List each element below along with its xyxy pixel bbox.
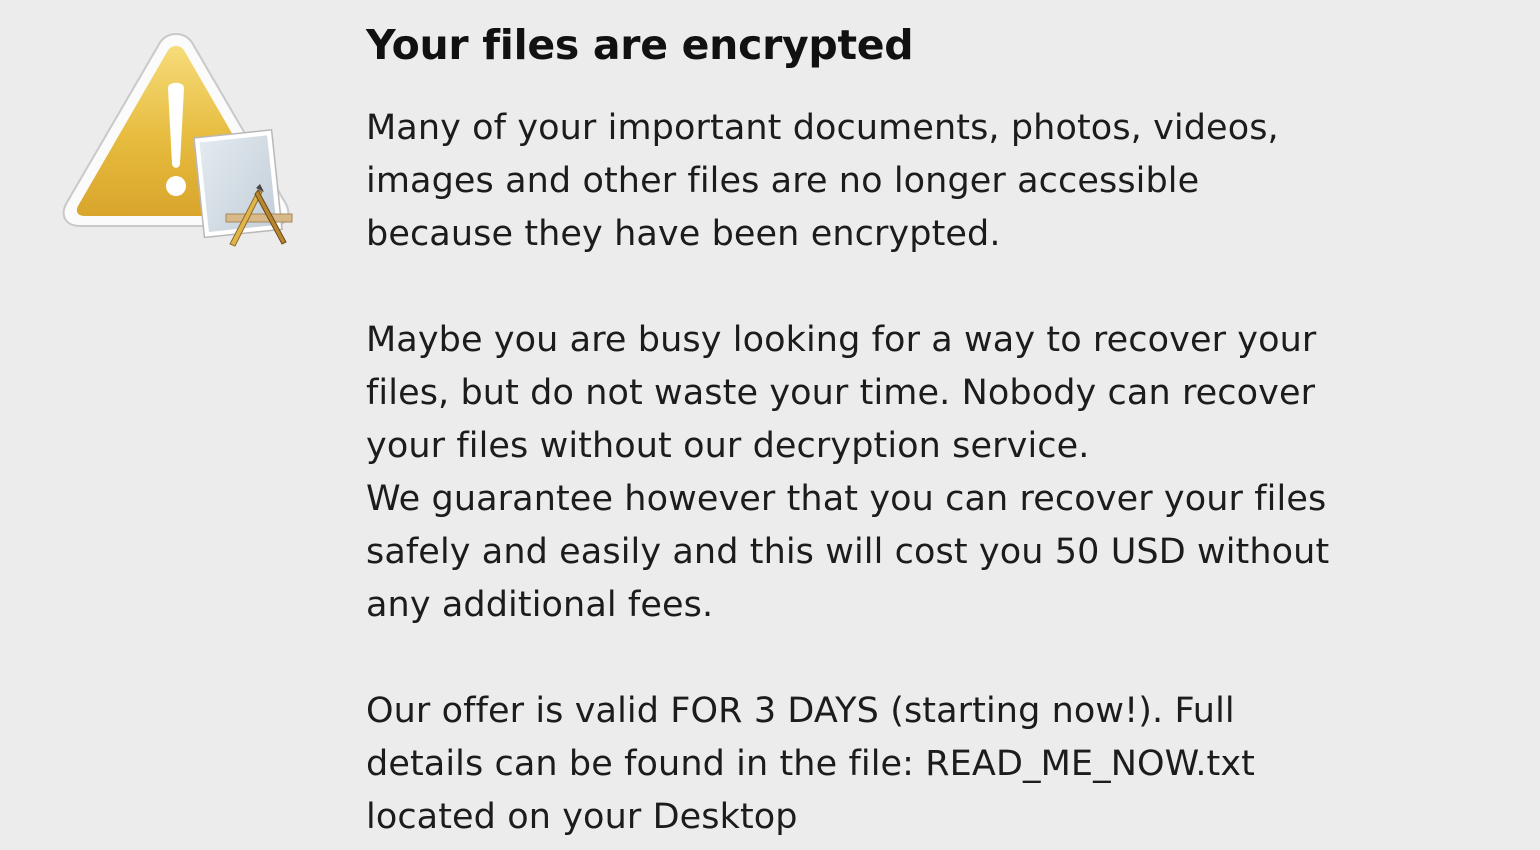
message-line: images and other files are no longer acc…: [366, 161, 1200, 201]
message-line: Many of your important documents, photos…: [366, 108, 1279, 148]
alert-dialog: Your files are encrypted Many of your im…: [0, 0, 1540, 850]
message-line: located on your Desktop: [366, 797, 798, 837]
message-line: your files without our decryption servic…: [366, 426, 1090, 466]
message-paragraph: Many of your important documents, photos…: [366, 102, 1476, 261]
message-line: any additional fees.: [366, 585, 714, 625]
message-content: Your files are encrypted Many of your im…: [366, 18, 1476, 844]
message-line: details can be found in the file: READ_M…: [366, 744, 1256, 784]
message-line: We guarantee however that you can recove…: [366, 479, 1327, 519]
dialog-title: Your files are encrypted: [366, 21, 914, 69]
message-line: safely and easily and this will cost you…: [366, 532, 1330, 572]
message-line: because they have been encrypted.: [366, 214, 1001, 254]
warning-caution-icon: [58, 26, 298, 256]
message-line: files, but do not waste your time. Nobod…: [366, 373, 1316, 413]
message-paragraph: Our offer is valid FOR 3 DAYS (starting …: [366, 685, 1476, 844]
message-line: Our offer is valid FOR 3 DAYS (starting …: [366, 691, 1235, 731]
message-line: Maybe you are busy looking for a way to …: [366, 320, 1317, 360]
message-paragraph: We guarantee however that you can recove…: [366, 473, 1476, 632]
message-paragraph: Maybe you are busy looking for a way to …: [366, 314, 1476, 473]
